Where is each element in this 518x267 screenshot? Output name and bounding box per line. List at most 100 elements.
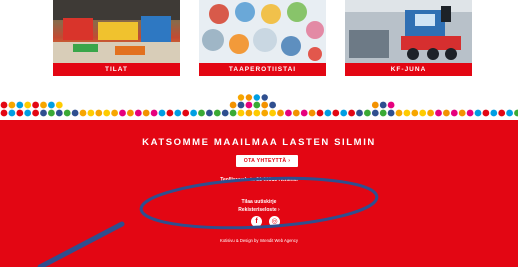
footer-address: Teollisuuskatu 21 00510 Helsinki: [220, 177, 298, 183]
decor-dot: [48, 109, 55, 117]
decorative-dot-band: [0, 94, 518, 120]
decor-dot: [364, 109, 371, 117]
decor-dot: [48, 101, 55, 109]
decor-dot: [379, 101, 387, 109]
decor-dot: [253, 109, 261, 117]
facebook-icon[interactable]: f: [251, 216, 262, 227]
decor-dot: [63, 109, 71, 117]
decor-dot: [237, 94, 245, 101]
decor-dot: [261, 109, 269, 117]
tile-tilat-caption[interactable]: TILAT: [53, 63, 180, 76]
decor-dot: [198, 109, 205, 117]
decor-dot: [103, 109, 111, 117]
decor-dot: [0, 109, 8, 117]
decor-dot: [245, 94, 253, 101]
decor-dot: [237, 101, 245, 109]
tile-kf-juna-image: [345, 0, 472, 63]
decor-dot: [482, 109, 490, 117]
tile-taaperotiistai-caption[interactable]: TAAPEROTIISTAI: [199, 63, 326, 76]
decor-dot: [348, 109, 355, 117]
decor-dot: [0, 101, 8, 109]
decor-dot: [435, 109, 442, 117]
decor-dot: [55, 101, 63, 109]
decor-dot: [24, 109, 32, 117]
decor-dot: [95, 109, 103, 117]
decor-dot: [8, 109, 16, 117]
decor-dot: [71, 109, 79, 117]
decor-dot: [221, 109, 229, 117]
decor-dot: [119, 109, 126, 117]
decor-dot: [490, 109, 498, 117]
decor-dot: [419, 109, 427, 117]
decor-dot: [371, 109, 379, 117]
decor-dot: [229, 109, 237, 117]
decor-dot: [427, 109, 434, 117]
decor-dot: [79, 109, 87, 117]
instagram-icon[interactable]: ◎: [269, 216, 280, 227]
decor-dot: [126, 109, 134, 117]
decor-dot: [466, 109, 474, 117]
decor-dot: [253, 101, 261, 109]
decor-dot: [387, 109, 395, 117]
decor-dot: [40, 109, 47, 117]
decor-dot: [261, 101, 269, 109]
decor-dot: [332, 109, 340, 117]
privacy-policy-link[interactable]: Rekisteriseloste ›: [0, 207, 518, 213]
decor-dot: [150, 109, 158, 117]
decor-dot: [261, 94, 268, 101]
tile-tilat-image: [53, 0, 180, 63]
decor-dot: [395, 109, 403, 117]
decor-dot: [450, 109, 458, 117]
decor-dot: [269, 109, 276, 117]
decor-dot: [285, 109, 292, 117]
decor-dot: [237, 109, 245, 117]
decor-dot: [308, 109, 316, 117]
footer-credits[interactable]: Kotisivu & Design by Intendit Web Agency: [0, 238, 518, 243]
social-links: f ◎: [251, 216, 283, 228]
decor-dot: [213, 109, 221, 117]
decor-dot: [316, 109, 324, 117]
tile-taaperotiistai[interactable]: TAAPEROTIISTAI: [199, 0, 326, 76]
decor-dot: [142, 109, 150, 117]
decor-dot: [403, 109, 411, 117]
contact-button[interactable]: OTA YHTEYTTÄ ›: [236, 155, 298, 167]
decor-dot: [340, 109, 348, 117]
decor-dot: [245, 101, 253, 109]
decor-dot: [300, 109, 308, 117]
decor-dot: [253, 94, 260, 101]
decor-dot: [8, 101, 16, 109]
decor-dot: [16, 101, 24, 109]
decor-dot: [229, 101, 237, 109]
tile-taaperotiistai-image: [199, 0, 326, 63]
decor-dot: [32, 109, 39, 117]
tile-kf-juna-caption[interactable]: KF-JUNA: [345, 63, 472, 76]
decor-dot: [411, 109, 419, 117]
decor-dot: [55, 109, 63, 117]
decor-dot: [87, 109, 95, 117]
decor-dot: [134, 109, 142, 117]
decor-dot: [458, 109, 466, 117]
decor-dot: [379, 109, 387, 117]
decor-dot: [356, 109, 363, 117]
decor-dot: [245, 109, 253, 117]
footer-headline: KATSOMME MAAILMAA LASTEN SILMIN: [142, 137, 376, 148]
decor-dot: [371, 101, 379, 109]
newsletter-link[interactable]: Tilaa uutiskirje: [0, 199, 518, 205]
decor-dot: [40, 101, 47, 109]
decor-dot: [111, 109, 118, 117]
decor-dot: [24, 101, 32, 109]
decor-dot: [16, 109, 24, 117]
decor-dot: [269, 101, 276, 109]
image-tiles: TILAT TAAPEROTIISTAI KF-JUNA: [0, 0, 518, 78]
decor-dot: [292, 109, 300, 117]
decor-dot: [174, 109, 182, 117]
tile-tilat[interactable]: TILAT: [53, 0, 180, 76]
decor-dot: [506, 109, 513, 117]
decor-dot: [474, 109, 482, 117]
decor-dot: [498, 109, 506, 117]
decor-dot: [206, 109, 213, 117]
decor-dot: [182, 109, 190, 117]
tile-kf-juna[interactable]: KF-JUNA: [345, 0, 472, 76]
decor-dot: [32, 101, 39, 109]
decor-dot: [443, 109, 450, 117]
